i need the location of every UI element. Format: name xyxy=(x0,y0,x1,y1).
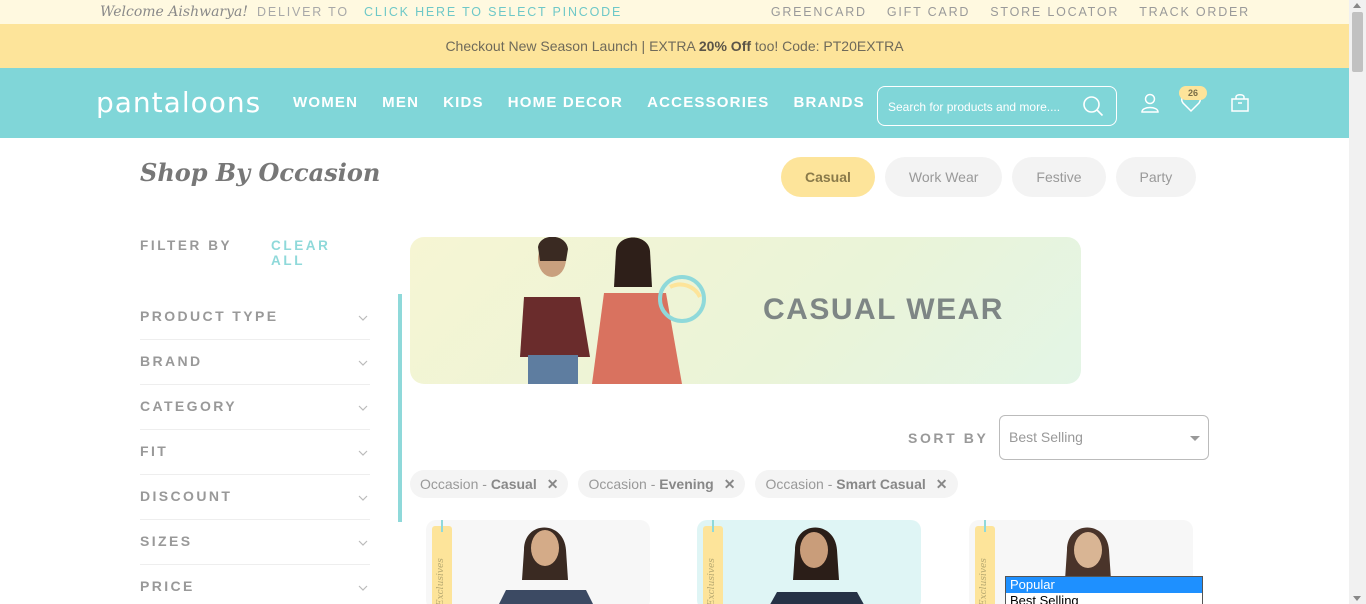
sort-selected-value: Best Selling xyxy=(1009,429,1083,445)
filter-brand[interactable]: BRAND xyxy=(140,340,370,385)
close-icon[interactable]: ✕ xyxy=(547,476,559,492)
track-order-link[interactable]: TRACK ORDER xyxy=(1139,5,1250,19)
search-icon[interactable] xyxy=(1082,95,1104,117)
sort-dropdown-list: Popular Best Selling xyxy=(1005,576,1203,604)
filter-fit[interactable]: FIT xyxy=(140,430,370,475)
welcome-text: Welcome Aishwarya! xyxy=(100,4,248,20)
chevron-down-icon xyxy=(358,495,368,501)
sort-option-popular[interactable]: Popular xyxy=(1006,577,1202,593)
tag-label: Exclusives xyxy=(436,558,446,604)
filter-by-label: FILTER BY xyxy=(140,238,233,253)
tab-festive[interactable]: Festive xyxy=(1012,157,1106,197)
filter-label: DISCOUNT xyxy=(140,488,233,504)
chevron-down-icon xyxy=(358,540,368,546)
page-scrollbar[interactable] xyxy=(1349,0,1366,604)
tag-label: Exclusives xyxy=(979,558,989,604)
filter-label: SIZES xyxy=(140,533,193,549)
promo-text-prefix: Checkout New Season Launch | EXTRA xyxy=(445,38,699,54)
chip-occasion-smart-casual[interactable]: Occasion - Smart Casual ✕ xyxy=(755,470,958,498)
shopping-bag-icon[interactable] xyxy=(1229,92,1251,114)
utility-links: GREENCARD GIFT CARD STORE LOCATOR TRACK … xyxy=(771,5,1250,19)
chevron-down-icon xyxy=(358,450,368,456)
filter-sizes[interactable]: SIZES xyxy=(140,520,370,565)
page-title: Shop By Occasion xyxy=(140,158,381,187)
sort-select[interactable]: Best Selling xyxy=(999,415,1209,460)
filter-price[interactable]: PRICE xyxy=(140,565,370,604)
chip-prefix: Occasion - xyxy=(588,476,660,492)
nav-women[interactable]: WOMEN xyxy=(293,94,358,111)
promo-text-suffix: too! Code: PT20EXTRA xyxy=(751,38,904,54)
deliver-to-label: DELIVER TO xyxy=(257,5,349,19)
tab-casual[interactable]: Casual xyxy=(781,157,875,197)
filter-product-type[interactable]: PRODUCT TYPE xyxy=(140,295,370,340)
chip-value: Evening xyxy=(659,476,714,492)
exclusive-tag: Exclusives xyxy=(432,520,452,604)
chip-occasion-casual[interactable]: Occasion - Casual ✕ xyxy=(410,470,569,498)
search-input[interactable] xyxy=(888,97,1078,117)
filter-label: FIT xyxy=(140,443,169,459)
chevron-down-icon xyxy=(358,405,368,411)
filter-list: PRODUCT TYPE BRAND CATEGORY FIT DISCOUNT… xyxy=(140,295,370,604)
chip-prefix: Occasion - xyxy=(420,476,491,492)
banner-title: CASUAL WEAR xyxy=(763,293,1004,326)
product-image xyxy=(770,527,864,604)
clear-all-button[interactable]: CLEAR ALL xyxy=(271,238,365,268)
chevron-down-icon xyxy=(358,585,368,591)
chevron-down-icon xyxy=(358,360,368,366)
close-icon[interactable]: ✕ xyxy=(936,476,948,492)
chevron-down-icon xyxy=(358,315,368,321)
nav-accessories[interactable]: ACCESSORIES xyxy=(647,94,769,111)
greencard-link[interactable]: GREENCARD xyxy=(771,5,867,19)
casual-wear-banner[interactable]: CASUAL WEAR xyxy=(410,237,1081,384)
filter-header: FILTER BY CLEAR ALL xyxy=(140,238,365,268)
scroll-up-arrow-icon[interactable] xyxy=(1353,3,1361,8)
models-image xyxy=(520,237,706,384)
gift-card-link[interactable]: GIFT CARD xyxy=(887,5,970,19)
store-locator-link[interactable]: STORE LOCATOR xyxy=(990,5,1119,19)
chip-occasion-evening[interactable]: Occasion - Evening ✕ xyxy=(578,470,746,498)
main-header: pantaloons WOMEN MEN KIDS HOME DECOR ACC… xyxy=(0,68,1349,138)
search-box xyxy=(877,86,1117,126)
wishlist-count-badge: 26 xyxy=(1179,86,1207,100)
close-icon[interactable]: ✕ xyxy=(724,476,736,492)
chevron-down-icon xyxy=(1190,436,1200,441)
select-pincode-link[interactable]: CLICK HERE TO SELECT PINCODE xyxy=(364,5,622,19)
filter-label: PRICE xyxy=(140,578,195,594)
filter-category[interactable]: CATEGORY xyxy=(140,385,370,430)
nav-men[interactable]: MEN xyxy=(382,94,419,111)
nav-kids[interactable]: KIDS xyxy=(443,94,484,111)
product-card[interactable]: Exclusives xyxy=(697,520,921,604)
main-nav: WOMEN MEN KIDS HOME DECOR ACCESSORIES BR… xyxy=(293,94,889,111)
tab-party[interactable]: Party xyxy=(1115,157,1197,197)
product-card[interactable]: Exclusives xyxy=(426,520,650,604)
product-image xyxy=(499,527,593,604)
scroll-down-arrow-icon[interactable] xyxy=(1353,596,1361,601)
chip-value: Smart Casual xyxy=(836,476,926,492)
sort-by-label: SORT BY xyxy=(908,430,989,446)
promo-text-highlight: 20% Off xyxy=(698,38,752,54)
sort-option-best-selling[interactable]: Best Selling xyxy=(1006,593,1202,604)
filter-discount[interactable]: DISCOUNT xyxy=(140,475,370,520)
chip-prefix: Occasion - xyxy=(765,476,837,492)
occasion-tabs: Casual Work Wear Festive Party xyxy=(781,157,1197,197)
pantaloons-logo[interactable]: pantaloons xyxy=(96,86,261,119)
chip-value: Casual xyxy=(490,476,537,492)
nav-home-decor[interactable]: HOME DECOR xyxy=(508,94,623,111)
account-icon[interactable] xyxy=(1139,92,1161,114)
scrollbar-thumb[interactable] xyxy=(1352,12,1363,72)
applied-filters: Occasion - Casual ✕ Occasion - Evening ✕ O… xyxy=(410,470,958,498)
filter-label: CATEGORY xyxy=(140,398,237,414)
nav-brands[interactable]: BRANDS xyxy=(793,94,864,111)
exclusive-tag: Exclusives xyxy=(703,520,723,604)
promo-banner[interactable]: Checkout New Season Launch | EXTRA 20% O… xyxy=(0,24,1349,68)
filter-label: BRAND xyxy=(140,353,203,369)
page: Welcome Aishwarya! DELIVER TO CLICK HERE… xyxy=(0,0,1349,604)
filter-label: PRODUCT TYPE xyxy=(140,308,279,324)
top-utility-bar: Welcome Aishwarya! DELIVER TO CLICK HERE… xyxy=(0,0,1349,24)
exclusive-tag: Exclusives xyxy=(975,520,995,604)
filter-scrollbar[interactable] xyxy=(398,294,402,522)
tag-label: Exclusives xyxy=(707,558,717,604)
tab-work-wear[interactable]: Work Wear xyxy=(884,157,1003,197)
